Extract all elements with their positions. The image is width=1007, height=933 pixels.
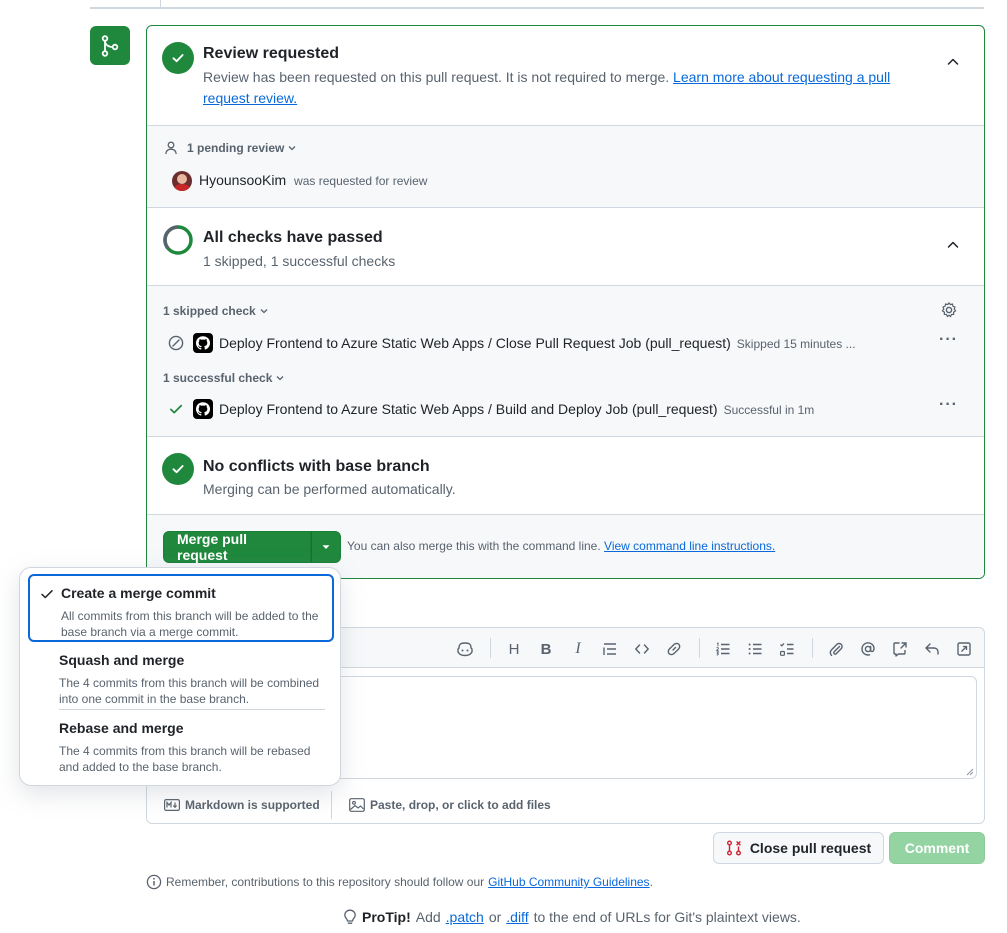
check-icon xyxy=(168,401,184,417)
review-title: Review requested xyxy=(203,45,340,62)
quote-icon[interactable] xyxy=(601,640,619,658)
bold-icon[interactable]: B xyxy=(537,640,555,658)
unordered-list-icon[interactable] xyxy=(746,640,764,658)
italic-icon[interactable]: I xyxy=(569,640,587,658)
code-icon[interactable] xyxy=(633,640,651,658)
attach-files[interactable]: Paste, drop, or click to add files xyxy=(349,798,551,812)
comment-button[interactable]: Comment xyxy=(889,832,985,864)
review-subtitle: Review has been requested on this pull r… xyxy=(203,69,891,106)
close-pull-request-button[interactable]: Close pull request xyxy=(713,832,884,864)
merge-button-group: Merge pull request xyxy=(163,531,341,563)
git-merge-icon xyxy=(90,26,130,65)
gear-icon[interactable] xyxy=(940,301,958,319)
chevron-up-icon[interactable] xyxy=(945,237,961,253)
merge-pull-request-button[interactable]: Merge pull request xyxy=(163,531,311,563)
checks-list-section: 1 skipped check Deploy Frontend to Azure… xyxy=(147,285,984,436)
paperclip-icon[interactable] xyxy=(827,640,845,658)
checks-subtitle: 1 skipped, 1 successful checks xyxy=(203,253,396,269)
timeline-tick xyxy=(160,0,161,8)
resize-handle-icon[interactable] xyxy=(966,768,974,776)
pending-review-toggle[interactable]: 1 pending review xyxy=(163,140,298,156)
command-line-note: You can also merge this with the command… xyxy=(347,539,776,553)
more-options-icon[interactable]: ··· xyxy=(939,396,958,414)
community-guidelines-link[interactable]: GitHub Community Guidelines xyxy=(488,875,649,889)
light-bulb-icon xyxy=(344,909,356,924)
menu-item-create-merge-commit[interactable]: Create a merge commit All commits from t… xyxy=(28,574,334,642)
avatar[interactable] xyxy=(172,171,192,191)
merge-method-menu: Create a merge commit All commits from t… xyxy=(19,567,341,786)
person-icon xyxy=(165,141,177,155)
link-icon[interactable] xyxy=(665,640,683,658)
check-icon xyxy=(41,590,53,599)
diff-link[interactable]: .diff xyxy=(506,909,528,925)
checks-progress-icon xyxy=(162,224,194,256)
skipped-icon xyxy=(168,335,184,351)
markdown-icon xyxy=(164,799,180,811)
info-icon xyxy=(146,874,162,890)
successful-check-row[interactable]: Deploy Frontend to Azure Static Web Apps… xyxy=(219,401,814,417)
skipped-checks-toggle[interactable]: 1 skipped check xyxy=(163,304,270,318)
copilot-icon[interactable] xyxy=(456,640,474,658)
triangle-down-icon xyxy=(322,545,330,549)
skipped-check-row[interactable]: Deploy Frontend to Azure Static Web Apps… xyxy=(219,335,856,351)
checks-section: All checks have passed 1 skipped, 1 succ… xyxy=(147,207,984,285)
chevron-down-icon xyxy=(288,146,296,151)
image-icon xyxy=(349,798,365,812)
chevron-down-icon xyxy=(276,376,284,381)
heading-icon[interactable]: H xyxy=(505,640,523,658)
task-list-icon[interactable] xyxy=(778,640,796,658)
merge-options-caret[interactable] xyxy=(311,531,341,563)
reviewer-status: was requested for review xyxy=(294,174,428,188)
check-circle-icon xyxy=(162,42,194,74)
reviewer-name[interactable]: HyounsooKim xyxy=(199,172,286,188)
mention-icon[interactable] xyxy=(859,640,877,658)
markdown-supported[interactable]: Markdown is supported xyxy=(164,798,320,812)
checks-title: All checks have passed xyxy=(203,229,383,246)
command-line-link[interactable]: View command line instructions. xyxy=(604,539,775,553)
menu-item-rebase-and-merge[interactable]: Rebase and merge The 4 commits from this… xyxy=(28,714,334,776)
github-icon xyxy=(193,333,213,353)
protip: ProTip! Add .patch or .diff to the end o… xyxy=(343,909,801,925)
guidelines-notice: Remember, contributions to this reposito… xyxy=(146,874,653,890)
conflicts-section: No conflicts with base branch Merging ca… xyxy=(147,436,984,514)
git-pull-request-closed-icon xyxy=(726,840,741,856)
check-circle-icon xyxy=(162,453,194,485)
pending-review-section: 1 pending review HyounsooKim was request… xyxy=(147,125,984,207)
successful-checks-toggle[interactable]: 1 successful check xyxy=(163,371,286,385)
conflicts-subtitle: Merging can be performed automatically. xyxy=(203,481,456,497)
reply-icon[interactable] xyxy=(923,640,941,658)
conflicts-title: No conflicts with base branch xyxy=(203,458,430,475)
patch-link[interactable]: .patch xyxy=(446,909,484,925)
menu-item-squash-and-merge[interactable]: Squash and merge The 4 commits from this… xyxy=(28,646,334,708)
github-icon xyxy=(193,399,213,419)
chevron-up-icon[interactable] xyxy=(945,54,961,70)
review-section: Review requested Review has been request… xyxy=(147,26,984,125)
merge-box: Review requested Review has been request… xyxy=(146,25,985,579)
more-options-icon[interactable]: ··· xyxy=(939,331,958,349)
ordered-list-icon[interactable] xyxy=(714,640,732,658)
cross-reference-icon[interactable] xyxy=(891,640,909,658)
chevron-down-icon xyxy=(260,309,268,314)
timeline-line xyxy=(90,7,984,9)
editor-footer: Markdown is supported Paste, drop, or cl… xyxy=(147,787,984,824)
fullscreen-icon[interactable] xyxy=(955,640,973,658)
